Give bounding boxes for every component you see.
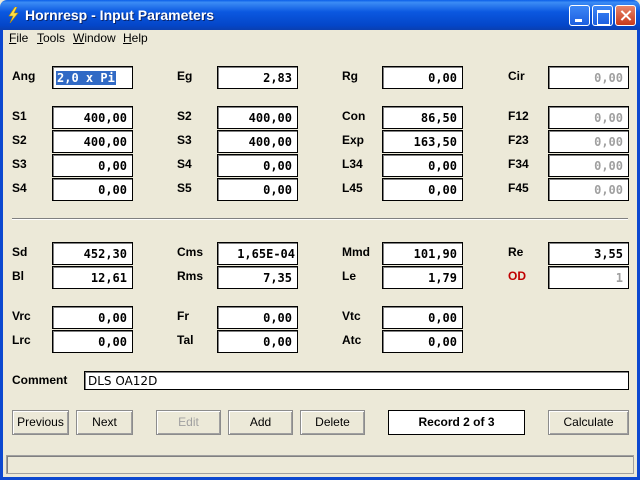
app-lightning-icon [8, 7, 19, 23]
f23-label: F23 [508, 133, 529, 147]
exp-label: Exp [342, 133, 365, 147]
f23-field: 0,00 [548, 130, 629, 153]
menu-window[interactable]: Window [73, 31, 116, 45]
cir-field: 0,00 [548, 66, 629, 89]
cms-field[interactable]: 1,65E-04 [217, 242, 298, 265]
le-field[interactable]: 1,79 [382, 266, 463, 289]
separator [12, 218, 628, 220]
menu-tools[interactable]: Tools [37, 31, 65, 45]
cms-label: Cms [177, 245, 204, 259]
l34-label: L34 [342, 157, 363, 171]
record-indicator: Record 2 of 3 [388, 410, 525, 435]
vrc-label: Vrc [12, 309, 31, 323]
con-field[interactable]: 86,50 [382, 106, 463, 129]
atc-label: Atc [342, 333, 362, 347]
l34-field[interactable]: 0,00 [382, 154, 463, 177]
previous-button-label: Previous [17, 415, 64, 429]
fr-label: Fr [177, 309, 189, 323]
s3-label: S3 [177, 133, 192, 147]
vtc-label: Vtc [342, 309, 361, 323]
menu-help[interactable]: Help [123, 31, 148, 45]
atc-field[interactable]: 0,00 [382, 330, 463, 353]
s2-field-left[interactable]: 400,00 [52, 130, 133, 153]
od-field: 1 [548, 266, 629, 289]
cir-label: Cir [508, 69, 525, 83]
rms-field[interactable]: 7,35 [217, 266, 298, 289]
comment-field[interactable]: DLS OA12D [84, 371, 629, 390]
s2-field[interactable]: 400,00 [217, 106, 298, 129]
delete-button-label: Delete [315, 415, 350, 429]
close-button[interactable] [615, 5, 636, 26]
eg-field[interactable]: 2,83 [217, 66, 298, 89]
bl-label: Bl [12, 269, 24, 283]
vrc-field[interactable]: 0,00 [52, 306, 133, 329]
lrc-label: Lrc [12, 333, 31, 347]
od-label: OD [508, 269, 526, 283]
f45-field: 0,00 [548, 178, 629, 201]
rg-field[interactable]: 0,00 [382, 66, 463, 89]
rg-label: Rg [342, 69, 358, 83]
f45-label: F45 [508, 181, 529, 195]
s4-field-left[interactable]: 0,00 [52, 178, 133, 201]
mmd-label: Mmd [342, 245, 370, 259]
window-title: Hornresp - Input Parameters [25, 7, 215, 23]
rms-label: Rms [177, 269, 204, 283]
s2-label: S2 [177, 109, 192, 123]
l45-label: L45 [342, 181, 363, 195]
re-label: Re [508, 245, 524, 259]
sd-label: Sd [12, 245, 28, 259]
con-label: Con [342, 109, 366, 123]
f12-label: F12 [508, 109, 529, 123]
tal-field[interactable]: 0,00 [217, 330, 298, 353]
ang-value: 2,0 x Pi [56, 71, 116, 85]
l45-field[interactable]: 0,00 [382, 178, 463, 201]
ang-label: Ang [12, 69, 36, 83]
minimize-button[interactable] [569, 5, 590, 26]
menu-bar: File Tools Window Help [3, 30, 637, 47]
lrc-field[interactable]: 0,00 [52, 330, 133, 353]
calculate-button[interactable]: Calculate [548, 410, 629, 435]
next-button-label: Next [92, 415, 117, 429]
fr-field[interactable]: 0,00 [217, 306, 298, 329]
le-label: Le [342, 269, 357, 283]
edit-button: Edit [156, 410, 221, 435]
s3-label-left: S3 [12, 157, 27, 171]
status-bar [6, 455, 634, 474]
s3-field[interactable]: 400,00 [217, 130, 298, 153]
s4-label: S4 [177, 157, 192, 171]
add-button-label: Add [249, 415, 272, 429]
mmd-field[interactable]: 101,90 [382, 242, 463, 265]
calculate-button-label: Calculate [563, 415, 614, 429]
s2-label-left: S2 [12, 133, 27, 147]
delete-button[interactable]: Delete [300, 410, 365, 435]
previous-button[interactable]: Previous [12, 410, 69, 435]
s1-field[interactable]: 400,00 [52, 106, 133, 129]
vtc-field[interactable]: 0,00 [382, 306, 463, 329]
menu-file[interactable]: File [9, 31, 28, 45]
s3-field-left[interactable]: 0,00 [52, 154, 133, 177]
comment-label: Comment [12, 373, 68, 387]
edit-button-label: Edit [178, 415, 199, 429]
bl-field[interactable]: 12,61 [52, 266, 133, 289]
next-button[interactable]: Next [76, 410, 133, 435]
ang-field[interactable]: 2,0 x Pi [52, 66, 133, 89]
s5-label: S5 [177, 181, 192, 195]
s4-label-left: S4 [12, 181, 27, 195]
s4-field[interactable]: 0,00 [217, 154, 298, 177]
f34-field: 0,00 [548, 154, 629, 177]
s1-label: S1 [12, 109, 27, 123]
add-button[interactable]: Add [228, 410, 293, 435]
title-bar[interactable]: Hornresp - Input Parameters [0, 0, 640, 30]
exp-field[interactable]: 163,50 [382, 130, 463, 153]
tal-label: Tal [177, 333, 194, 347]
maximize-button[interactable] [592, 5, 613, 26]
sd-field[interactable]: 452,30 [52, 242, 133, 265]
re-field[interactable]: 3,55 [548, 242, 629, 265]
f12-field: 0,00 [548, 106, 629, 129]
f34-label: F34 [508, 157, 529, 171]
eg-label: Eg [177, 69, 193, 83]
s5-field[interactable]: 0,00 [217, 178, 298, 201]
